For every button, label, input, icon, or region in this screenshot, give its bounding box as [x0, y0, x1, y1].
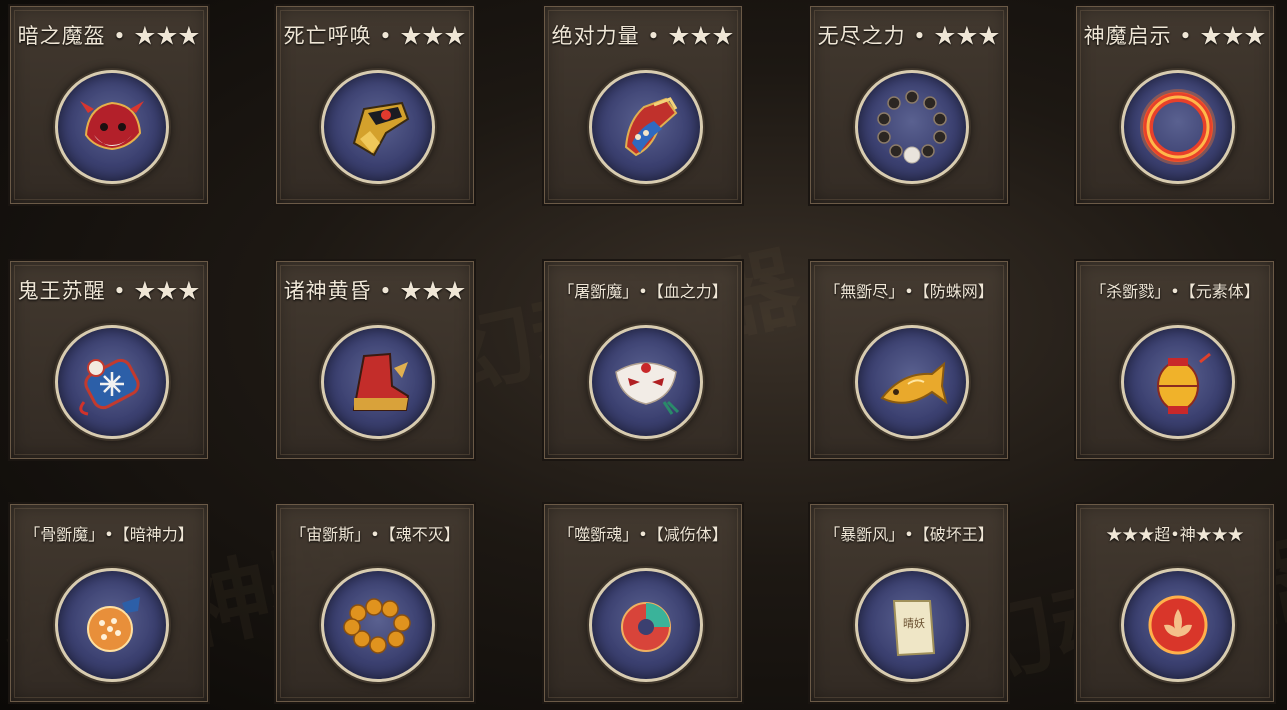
spirit-orb-icon	[55, 568, 169, 682]
artifact-card[interactable]: 「骨斵魔」•【暗神力】	[8, 502, 210, 704]
artifact-title: 无尽之力 • ★★★	[817, 24, 1001, 48]
ghost-charm-icon	[55, 325, 169, 439]
artifact-card[interactable]: 神魔启示 • ★★★	[1074, 4, 1276, 206]
golden-fish-icon	[855, 325, 969, 439]
artifact-card[interactable]: 「噬斵魂」•【减伤体】	[542, 502, 744, 704]
artifact-title: 「噬斵魂」•【减伤体】	[558, 525, 728, 544]
artifact-title: 死亡呼唤 • ★★★	[283, 24, 467, 48]
artifact-title: 「骨斵魔」•【暗神力】	[24, 525, 194, 544]
fox-mask-icon	[589, 325, 703, 439]
artifact-title: 神魔启示 • ★★★	[1083, 24, 1267, 48]
golden-gauntlet-icon	[321, 70, 435, 184]
artifact-title: 「杀斵戮」•【元素体】	[1090, 282, 1260, 301]
artifact-card[interactable]: 死亡呼唤 • ★★★	[274, 4, 476, 206]
artifact-title: 「宙斵斯」•【魂不灭】	[290, 525, 460, 544]
artifact-card[interactable]: 鬼王苏醒 • ★★★	[8, 259, 210, 461]
artifact-grid: 暗之魔盔 • ★★★ 死亡呼唤 • ★★★ 绝对力量 • ★★★ 无尽之力 • …	[0, 0, 1287, 710]
artifact-card[interactable]: 绝对力量 • ★★★	[542, 4, 744, 206]
demon-helmet-icon	[55, 70, 169, 184]
artifact-card[interactable]: 「無斵尽」•【防蛛网】	[808, 259, 1010, 461]
artifact-card[interactable]: 诸神黄昏 • ★★★	[274, 259, 476, 461]
amber-beads-icon	[321, 568, 435, 682]
artifact-card[interactable]: 「屠斵魔」•【血之力】	[542, 259, 744, 461]
talisman-icon: 晴妖	[855, 568, 969, 682]
artifact-title: 诸神黄昏 • ★★★	[283, 279, 467, 303]
artifact-card[interactable]: 「宙斵斯」•【魂不灭】	[274, 502, 476, 704]
lantern-icon	[1121, 325, 1235, 439]
artifact-title: 「無斵尽」•【防蛛网】	[824, 282, 994, 301]
talisman-text: 晴妖	[903, 616, 925, 630]
artifact-title: 「暴斵风」•【破坏王】	[824, 525, 994, 544]
artifact-card[interactable]: 「暴斵风」•【破坏王】 晴妖	[808, 502, 1010, 704]
power-gauntlet-icon	[589, 70, 703, 184]
artifact-title: 「屠斵魔」•【血之力】	[558, 282, 728, 301]
artifact-card[interactable]: 无尽之力 • ★★★	[808, 4, 1010, 206]
red-boots-icon	[321, 325, 435, 439]
artifact-card[interactable]: 「杀斵戮」•【元素体】	[1074, 259, 1276, 461]
lotus-orb-icon	[1121, 568, 1235, 682]
jade-disc-icon	[589, 568, 703, 682]
artifact-card[interactable]: ★★★超•神★★★	[1074, 502, 1276, 704]
artifact-title: 鬼王苏醒 • ★★★	[17, 279, 201, 303]
artifact-title: ★★★超•神★★★	[1106, 525, 1244, 544]
bead-bracelet-icon	[855, 70, 969, 184]
fire-ring-icon	[1121, 70, 1235, 184]
artifact-card[interactable]: 暗之魔盔 • ★★★	[8, 4, 210, 206]
artifact-title: 绝对力量 • ★★★	[551, 24, 735, 48]
artifact-title: 暗之魔盔 • ★★★	[17, 24, 201, 48]
